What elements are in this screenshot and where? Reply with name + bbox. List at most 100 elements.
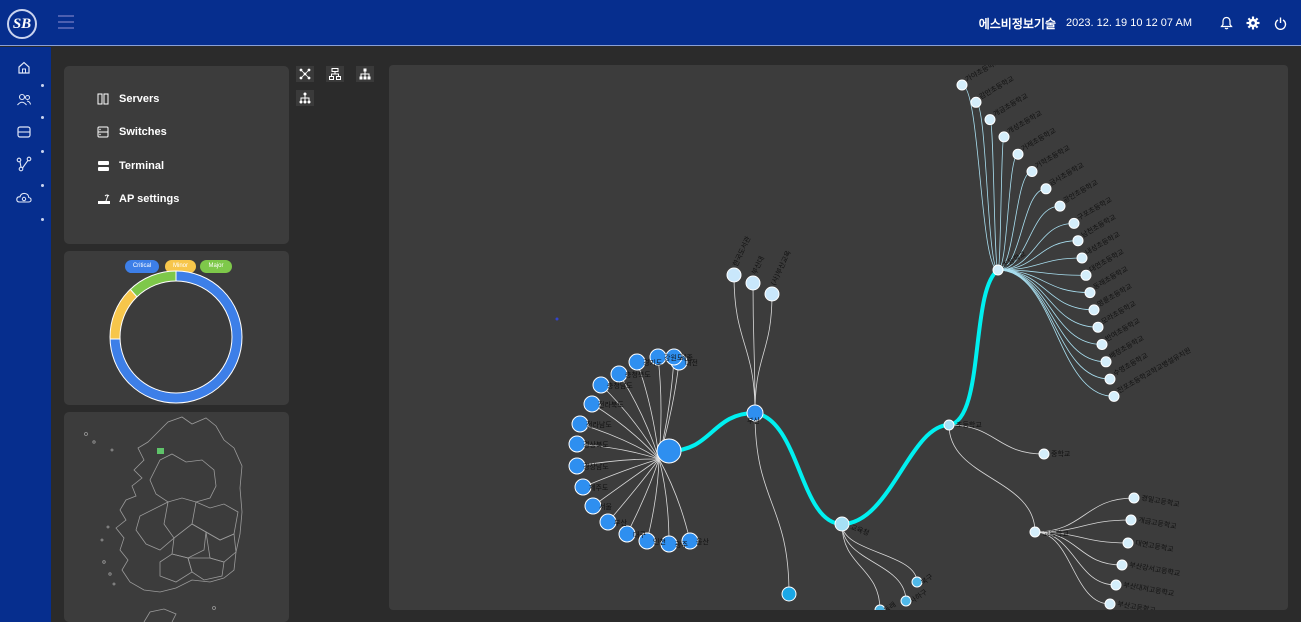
cloud-icon[interactable] xyxy=(15,189,33,207)
node-label: 북구 xyxy=(920,572,936,586)
node-label: 사하구 xyxy=(908,587,929,606)
map-marker-seoul[interactable] xyxy=(157,448,164,454)
node-school[interactable] xyxy=(1026,166,1038,177)
node-school[interactable] xyxy=(1076,252,1088,264)
menu-item-switches[interactable]: Switches xyxy=(97,126,167,138)
link xyxy=(1034,531,1117,586)
power-icon[interactable] xyxy=(1273,16,1287,30)
node-school[interactable] xyxy=(1080,269,1092,281)
link xyxy=(1034,497,1135,533)
device-menu-panel: Servers Switches Terminal AP settings xyxy=(64,66,289,244)
node-school[interactable] xyxy=(1110,579,1122,591)
link xyxy=(733,274,756,414)
link-spine xyxy=(754,411,843,526)
node-label: 거학초등학교 xyxy=(1034,143,1072,170)
layout-hierarchy-button[interactable] xyxy=(356,66,374,82)
company-name: 에스비정보기술 xyxy=(978,16,1056,31)
node-school[interactable] xyxy=(1122,537,1134,549)
graph-dot[interactable] xyxy=(555,317,559,321)
node-school[interactable] xyxy=(1100,356,1112,368)
node-leaf[interactable] xyxy=(781,586,797,602)
topology-svg[interactable]: 경기도강원도충청북도충청남도전라북도전라남도경상북도경상남도제주도서울부산대구인… xyxy=(389,65,1288,610)
node-hub[interactable] xyxy=(656,438,682,464)
node-school[interactable] xyxy=(1128,492,1140,504)
node-school[interactable] xyxy=(1088,304,1100,316)
node-org[interactable] xyxy=(745,275,761,291)
home-icon[interactable] xyxy=(15,59,33,77)
layout-org-button[interactable] xyxy=(296,90,314,106)
alarm-donut-chart xyxy=(109,270,243,404)
node-school[interactable] xyxy=(1092,321,1104,333)
layout-radial-button[interactable] xyxy=(296,66,314,82)
node-school[interactable] xyxy=(1096,339,1108,350)
menu-item-terminal[interactable]: Terminal xyxy=(97,160,164,172)
link-spine xyxy=(668,411,756,453)
donut-major xyxy=(130,271,177,297)
node-label: 개금고등학교 xyxy=(1138,515,1178,531)
korea-map-panel xyxy=(64,412,289,622)
node-label: 감만초등학교 xyxy=(978,74,1016,101)
node-school[interactable] xyxy=(998,131,1010,143)
korea-map[interactable] xyxy=(64,412,289,622)
link xyxy=(607,458,660,523)
link xyxy=(997,269,1095,311)
logo: SB xyxy=(7,9,37,39)
network-icon[interactable] xyxy=(15,155,33,173)
node-label: 개성초등학교 xyxy=(1006,108,1044,135)
node-school[interactable] xyxy=(1068,217,1080,229)
node-school[interactable] xyxy=(1084,287,1096,299)
menu-item-ap-settings[interactable]: AP settings xyxy=(97,193,179,205)
node-school[interactable] xyxy=(1104,373,1116,385)
menu-item-servers[interactable]: Servers xyxy=(97,93,159,105)
node-label: 대연고등학교 xyxy=(1135,538,1175,554)
node-org[interactable] xyxy=(764,286,780,302)
menu-toggle-button[interactable] xyxy=(58,15,74,29)
node-school[interactable] xyxy=(1125,514,1137,526)
node-label: 경일고등학교 xyxy=(1141,493,1181,509)
node-school[interactable] xyxy=(1040,183,1052,195)
sidebar xyxy=(0,47,51,622)
node-school[interactable] xyxy=(1072,235,1084,247)
layout-tree-button[interactable] xyxy=(326,66,344,82)
node-school[interactable] xyxy=(956,79,968,91)
users-icon[interactable] xyxy=(15,91,33,109)
node-hub[interactable] xyxy=(943,419,955,431)
node-label: 부산 xyxy=(747,416,760,425)
link xyxy=(1034,531,1111,605)
node-hub[interactable] xyxy=(1029,526,1041,538)
node-label: 거제초등학교 xyxy=(1020,126,1058,153)
node-school[interactable] xyxy=(984,114,996,126)
gear-icon[interactable] xyxy=(1246,16,1260,30)
link xyxy=(997,269,1091,293)
node-school[interactable] xyxy=(1012,148,1024,160)
node-label: 개금초등학교 xyxy=(992,91,1030,118)
node-hub[interactable] xyxy=(992,264,1004,276)
link xyxy=(948,424,1036,533)
node-school[interactable] xyxy=(1108,390,1120,402)
node-label: 전라남도 xyxy=(586,420,612,429)
node-label: 부산고등학교 xyxy=(1117,599,1157,610)
node-school[interactable] xyxy=(970,96,982,108)
bell-icon[interactable] xyxy=(1219,16,1233,30)
node-label: 동래 xyxy=(882,600,898,610)
node-hub[interactable] xyxy=(834,516,850,532)
node-label: 중학교 xyxy=(1051,449,1071,458)
link xyxy=(658,458,691,542)
node-org[interactable] xyxy=(726,267,742,283)
link xyxy=(997,136,1005,271)
menu-item-label: Switches xyxy=(119,126,167,138)
server-icon[interactable] xyxy=(15,123,33,141)
node-label: 충청북도 xyxy=(625,370,651,379)
node-label: 대구 xyxy=(633,531,646,539)
node-leaf[interactable] xyxy=(1038,448,1050,460)
node-label: 부산대저고등학교 xyxy=(1123,580,1176,598)
node-school[interactable] xyxy=(1054,200,1066,212)
node-school[interactable] xyxy=(1116,559,1128,571)
servers-icon xyxy=(97,93,111,105)
link xyxy=(997,269,1107,363)
node-label: 울산 xyxy=(696,537,709,546)
node-school[interactable] xyxy=(1104,598,1116,610)
network-topology-graph[interactable]: 경기도 강원도 충청북도 충청남도 전라북도 전라남도 경상북도 경상남도 제주도 서울 부산 대구 인… xyxy=(389,65,1288,610)
node-label: 한국도서관 xyxy=(731,234,753,267)
node-label: 부산강서고등학교 xyxy=(1129,560,1182,578)
